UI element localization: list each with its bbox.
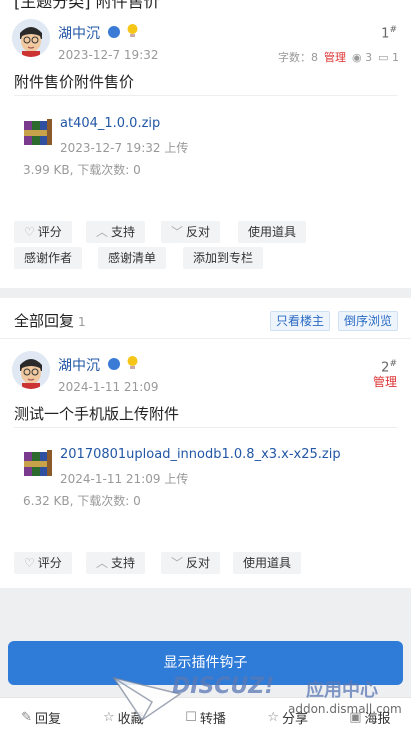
bulb-icon <box>127 356 138 369</box>
post-date: 2024-1-11 21:09 <box>58 380 159 394</box>
gender-icon <box>108 26 120 38</box>
divider <box>14 95 397 96</box>
favorite-button[interactable]: ☆ 收藏 <box>82 698 164 737</box>
floor-number: 1# <box>381 25 397 42</box>
post-1: 湖中沉 2023-12-7 19:32 1# 字数：8 管理 ◉ 3 ▭ 1 附… <box>0 13 411 283</box>
zip-file-icon <box>24 450 52 476</box>
gender-icon <box>108 358 120 370</box>
oppose-button[interactable]: ﹀ 反对 <box>161 221 221 243</box>
support-button[interactable]: ︿ 支持 <box>86 221 146 243</box>
share-button[interactable]: ☆ 分享 <box>247 698 329 737</box>
thank-author-button[interactable]: 感谢作者 <box>14 247 83 269</box>
show-plugin-hooks-button[interactable]: 显示插件钩子 <box>8 641 403 685</box>
eye-icon: ◉ <box>351 50 362 64</box>
post-title: 附件售价附件售价 <box>14 73 135 91</box>
reply-button[interactable]: ✎ 回复 <box>0 698 82 737</box>
views-count: ◉ 3 <box>351 50 373 64</box>
avatar[interactable] <box>12 351 50 389</box>
thread-title: [主题分类] 附件售价 <box>14 0 160 11</box>
post-meta: 字数：8 管理 ◉ 3 ▭ 1 <box>278 49 399 65</box>
post-2: 湖中沉 2024-1-11 21:09 2# 管理 测试一个手机版上传附件 20… <box>0 345 411 585</box>
rate-button[interactable]: ♡ 评分 <box>14 552 72 574</box>
divider <box>0 338 411 339</box>
poster-button[interactable]: ▣ 海报 <box>329 698 411 737</box>
chevron-up-icon: ︿ <box>96 556 109 570</box>
use-item-button[interactable]: 使用道具 <box>238 221 307 243</box>
replies-title: 全部回复 1 <box>14 312 86 330</box>
attachment-info: 3.99 KB, 下载次数: 0 <box>23 163 141 177</box>
only-author-button[interactable]: 只看楼主 <box>270 311 331 331</box>
bulb-icon <box>127 24 138 37</box>
post-date: 2023-12-7 19:32 <box>58 48 159 62</box>
heart-icon: ♡ <box>24 556 35 570</box>
section-separator <box>0 288 411 298</box>
star-icon: ☆ <box>102 710 115 725</box>
attachment-upload-time: 2024-1-11 21:09 上传 <box>60 472 189 486</box>
heart-icon: ♡ <box>24 225 35 239</box>
replies-count: ▭ 1 <box>378 50 399 64</box>
attachment-link[interactable]: at404_1.0.0.zip <box>60 116 160 131</box>
share-icon: ☆ <box>267 710 280 725</box>
repost-button[interactable]: ☐ 转播 <box>164 698 246 737</box>
post-header: 湖中沉 2023-12-7 19:32 1# 字数：8 管理 ◉ 3 ▭ 1 <box>0 13 411 65</box>
manage-link[interactable]: 管理 <box>324 49 346 65</box>
post-title: 测试一个手机版上传附件 <box>14 405 180 423</box>
author-name[interactable]: 湖中沉 <box>58 355 100 375</box>
edit-icon: ☐ <box>185 710 197 725</box>
chevron-down-icon: ﹀ <box>171 556 184 570</box>
attachment-info: 6.32 KB, 下载次数: 0 <box>23 494 141 508</box>
oppose-button[interactable]: ﹀ 反对 <box>161 552 221 574</box>
use-item-button[interactable]: 使用道具 <box>233 552 302 574</box>
reverse-order-button[interactable]: 倒序浏览 <box>338 311 399 331</box>
post-header: 湖中沉 2024-1-11 21:09 2# 管理 <box>0 345 411 395</box>
chevron-up-icon: ︿ <box>96 225 109 239</box>
attachment-upload-time: 2023-12-7 19:32 上传 <box>60 141 189 155</box>
attachment-link[interactable]: 20170801upload_innodb1.0.8_x3.x-x25.zip <box>60 447 341 462</box>
replies-header: 全部回复 1 只看楼主 倒序浏览 <box>0 302 411 336</box>
author-name[interactable]: 湖中沉 <box>58 23 100 43</box>
avatar[interactable] <box>12 19 50 57</box>
poster-icon: ▣ <box>349 710 362 725</box>
comment-icon: ▭ <box>378 50 389 64</box>
support-button[interactable]: ︿ 支持 <box>86 552 146 574</box>
divider <box>14 427 397 428</box>
bottom-toolbar: ✎ 回复 ☆ 收藏 ☐ 转播 ☆ 分享 ▣ 海报 <box>0 697 411 737</box>
rate-button[interactable]: ♡ 评分 <box>14 221 72 243</box>
zip-file-icon <box>24 119 52 145</box>
word-count: 字数：8 <box>277 51 318 64</box>
thanks-list-button[interactable]: 感谢清单 <box>98 247 167 269</box>
reply-icon: ✎ <box>21 710 33 725</box>
add-to-column-button[interactable]: 添加到专栏 <box>183 247 264 269</box>
chevron-down-icon: ﹀ <box>171 225 184 239</box>
manage-link[interactable]: 管理 <box>373 373 397 390</box>
